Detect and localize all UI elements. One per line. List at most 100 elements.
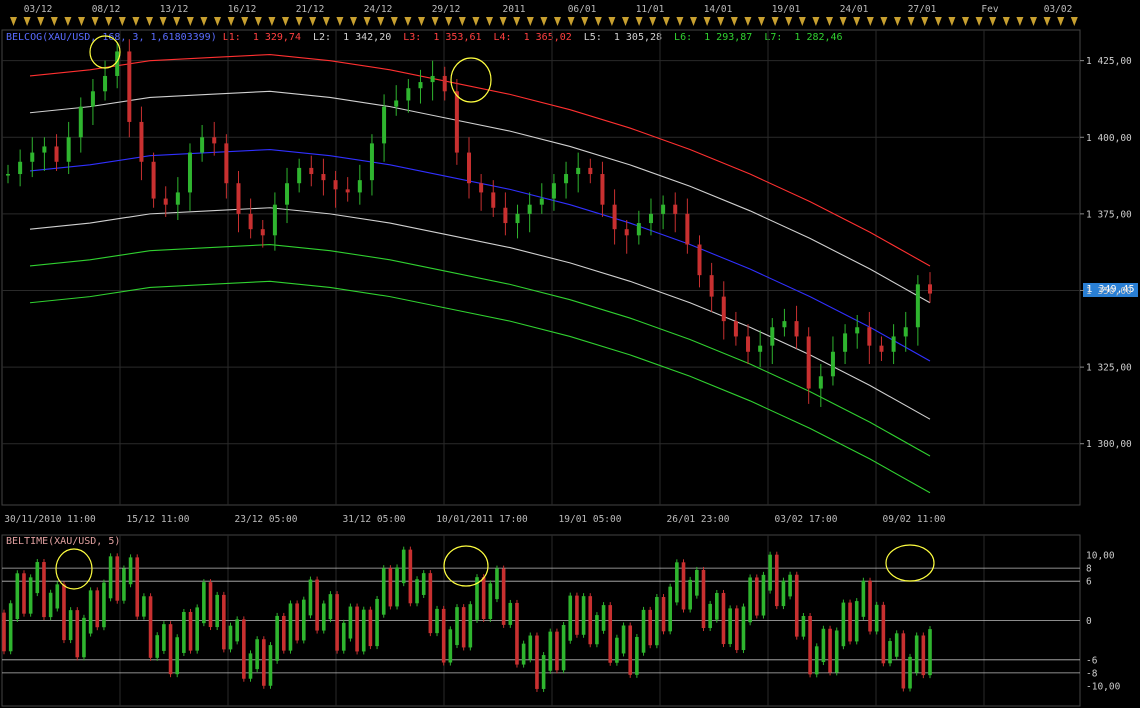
candle-body-up	[527, 204, 532, 214]
oscillator-candle-body	[914, 635, 919, 673]
candle-body-up	[272, 204, 277, 236]
oscillator-candle-body	[814, 646, 819, 675]
oscillator-candle-body	[868, 580, 872, 632]
candle-body-down	[151, 161, 156, 199]
oscillator-candle-body	[668, 586, 672, 632]
time-marker-triangle	[105, 17, 113, 26]
oscillator-candle-body	[621, 625, 626, 654]
oscillator-candle-body	[774, 554, 779, 607]
oscillator-candle-body	[295, 603, 299, 641]
oscillator-candle-body	[808, 615, 812, 675]
time-marker-triangle	[50, 17, 58, 26]
time-marker-triangle	[486, 17, 493, 26]
oscillator-candle-body	[794, 574, 799, 637]
oscillator-candle-body	[242, 619, 246, 679]
candle-body-up	[915, 284, 920, 328]
oscillator-candle-body	[801, 615, 806, 637]
candle-body-up	[394, 100, 399, 107]
oscillator-candle-body	[415, 579, 419, 604]
candle-body-down	[867, 327, 872, 346]
oscillator-candle-body	[162, 624, 166, 651]
oscillator-highlight-circle	[885, 544, 935, 582]
oscillator-candle-body	[428, 573, 433, 634]
oscillator-candle-body	[82, 617, 86, 658]
oscillator-candle-body	[535, 635, 539, 689]
candle-body-down	[491, 192, 496, 208]
candle-body-up	[843, 333, 848, 352]
oscillator-candle-body	[908, 656, 912, 689]
oscillator-tick-label: 10,00	[1086, 551, 1115, 562]
candle-body-down	[163, 198, 168, 205]
time-marker-triangle	[186, 17, 194, 26]
oscillator-candle-body	[255, 639, 259, 670]
candle-body-down	[224, 143, 229, 184]
time-marker-triangle	[975, 17, 983, 26]
oscillator-candle-body	[541, 655, 546, 689]
oscillator-tick-label: 8	[1086, 564, 1092, 575]
oscillator-candle-body	[182, 611, 186, 653]
oscillator-candle-body	[168, 624, 173, 675]
chart-canvas[interactable]: 1 425,00 1 400,00 1 375,00 1 350,00 1 325,00…	[0, 0, 1140, 708]
candle-body-down	[673, 204, 678, 214]
candle-body-down	[236, 183, 241, 214]
candle-body-up	[187, 152, 192, 193]
oscillator-candle-body	[481, 577, 486, 620]
candle-body-up	[406, 88, 411, 101]
candle-body-down	[212, 137, 217, 144]
oscillator-candle-body	[661, 596, 666, 632]
time-marker-triangle	[962, 17, 969, 26]
oscillator-candle-body	[215, 594, 219, 628]
candle-body-up	[855, 327, 860, 334]
top-date-label: 13/12	[160, 4, 189, 15]
oscillator-candle-body	[15, 573, 20, 620]
oscillator-candle-body	[841, 602, 846, 647]
time-marker-triangle	[404, 17, 412, 26]
oscillator-candle-body	[222, 594, 226, 650]
oscillator-candle-body	[235, 619, 239, 642]
bottom-date-label: 15/12 11:00	[127, 514, 190, 525]
oscillator-candle-body	[688, 579, 692, 610]
candle-body-up	[661, 204, 666, 214]
oscillator-candle-body	[648, 609, 653, 646]
channel-line-red-outer	[29, 53, 931, 267]
time-marker-triangle	[1030, 17, 1037, 26]
oscillator-candle-body	[548, 631, 553, 671]
oscillator-candle-body	[395, 567, 399, 607]
oscillator-candle-body	[348, 606, 353, 639]
time-marker-triangle	[390, 17, 398, 26]
candle-body-up	[369, 143, 374, 181]
time-marker-triangle	[771, 17, 779, 26]
time-marker-triangle	[703, 17, 711, 26]
time-marker-triangle	[309, 17, 317, 26]
time-marker-triangle	[10, 17, 17, 26]
oscillator-candle-body	[608, 605, 613, 663]
oscillator-candle-body	[515, 602, 519, 665]
candle-body-up	[418, 82, 423, 89]
time-marker-triangle	[853, 17, 861, 26]
oscillator-candle-body	[228, 625, 233, 650]
oscillator-candle-body	[495, 568, 499, 600]
y-tick-label: 1 325,00	[1086, 363, 1132, 374]
oscillator-tick-label: -8	[1086, 668, 1098, 679]
time-marker-triangle	[581, 17, 589, 26]
oscillator-candle-body	[142, 596, 146, 617]
oscillator-candle-body	[641, 609, 646, 653]
candle-body-up	[357, 180, 362, 193]
oscillator-candle-body	[695, 569, 699, 596]
oscillator-candle-body	[575, 595, 579, 635]
candle-body-up	[30, 152, 35, 162]
oscillator-candle-body	[561, 625, 566, 671]
oscillator-candle-body	[202, 582, 206, 624]
time-marker-triangle	[214, 17, 221, 26]
candle-body-down	[685, 213, 690, 245]
candle-body-down	[879, 345, 884, 352]
time-marker-triangle	[513, 17, 521, 26]
oscillator-candle-body	[748, 577, 752, 623]
oscillator-candle-body	[468, 604, 473, 648]
candle-body-up	[782, 321, 787, 328]
oscillator-tick-label: 6	[1086, 577, 1092, 588]
bottom-date-label: 30/11/2010 11:00	[4, 514, 96, 525]
time-marker-triangle	[227, 17, 235, 26]
oscillator-candle-body	[681, 562, 686, 610]
oscillator-candle-body	[388, 568, 393, 607]
